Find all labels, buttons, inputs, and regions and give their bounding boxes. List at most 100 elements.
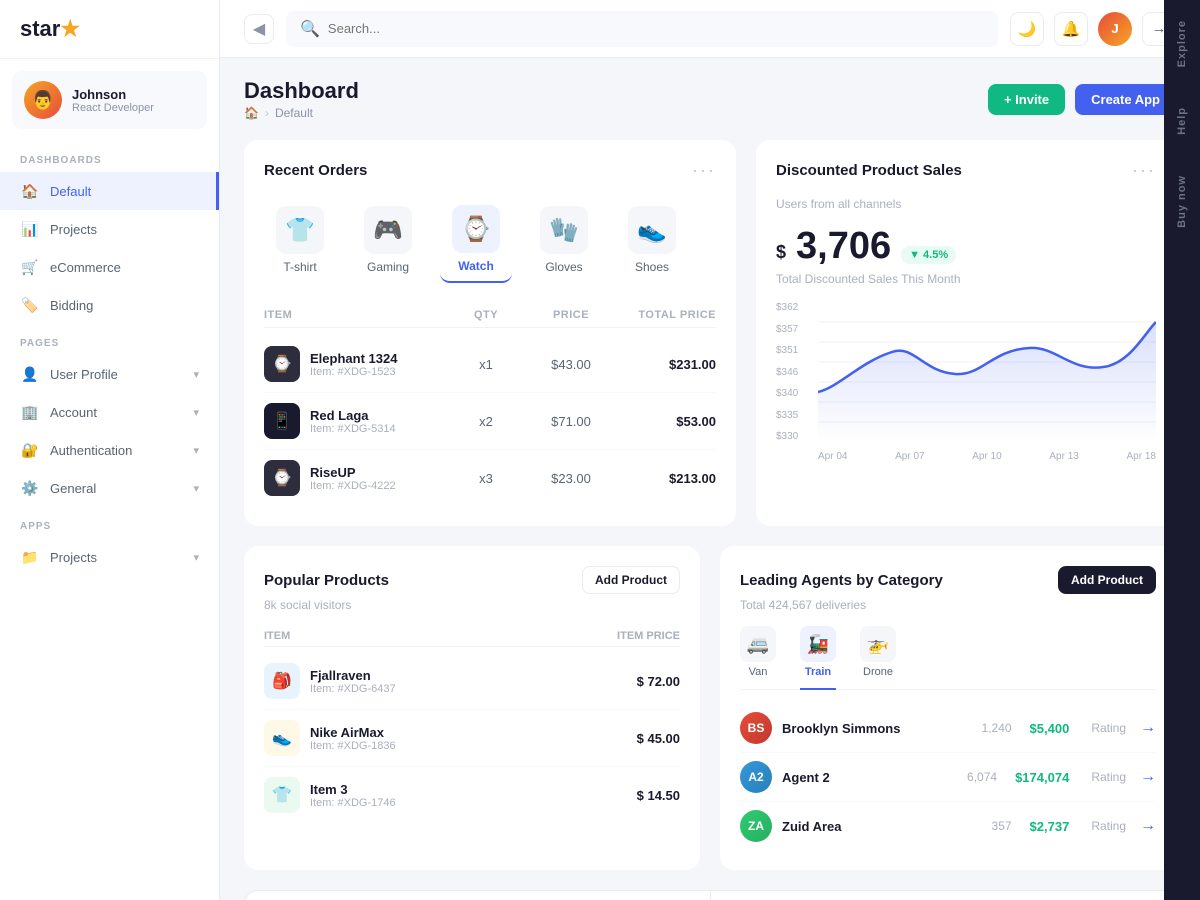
bell-icon: 🔔 — [1062, 20, 1081, 38]
user-avatar[interactable]: J — [1098, 12, 1132, 46]
tab-watch-label: Watch — [458, 259, 494, 273]
tab-gaming-label: Gaming — [367, 260, 409, 274]
sidebar-item-label: Authentication — [50, 443, 132, 458]
sidebar-item-label: General — [50, 481, 96, 496]
sidebar-item-user-profile[interactable]: 👤 User Profile ▾ — [0, 355, 219, 393]
bottom-grid: Popular Products Add Product 8k social v… — [244, 546, 1176, 870]
y-label: $346 — [776, 367, 798, 378]
sidebar-user[interactable]: 👨 Johnson React Developer — [12, 71, 207, 129]
user-profile-icon: 👤 — [20, 364, 40, 384]
tab-shoes[interactable]: 👟 Shoes — [616, 198, 688, 282]
search-icon: 🔍 — [300, 19, 320, 39]
sidebar-item-authentication[interactable]: 🔐 Authentication ▾ — [0, 431, 219, 469]
tab-train[interactable]: 🚂 Train — [800, 626, 836, 690]
col-price: ITEM PRICE — [580, 630, 680, 642]
user-info: Johnson React Developer — [72, 87, 154, 114]
item-name: Nike AirMax — [310, 725, 396, 740]
tab-tshirt[interactable]: 👕 T-shirt — [264, 198, 336, 282]
sidebar-item-general[interactable]: ⚙️ General ▾ — [0, 469, 219, 507]
x-label: Apr 07 — [895, 451, 924, 462]
tab-van[interactable]: 🚐 Van — [740, 626, 776, 690]
add-product-button[interactable]: Add Product — [582, 566, 680, 594]
sales-number: 3,706 — [796, 225, 891, 268]
logo-star-icon: ★ — [60, 16, 80, 41]
item-name: Red Laga — [310, 408, 396, 423]
recent-orders-header: Recent Orders ··· — [264, 160, 716, 181]
item-qty: x2 — [446, 414, 526, 429]
tshirt-icon: 👕 — [276, 206, 324, 254]
menu-dots-icon[interactable]: ··· — [1132, 160, 1156, 181]
table-row: ⌚ Elephant 1324 Item: #XDG-1523 x1 $43.0… — [264, 336, 716, 393]
sidebar-item-label: Projects — [50, 550, 97, 565]
sidebar-collapse-button[interactable]: ◀ — [244, 14, 274, 44]
search-input[interactable] — [328, 21, 984, 36]
x-label: Apr 13 — [1049, 451, 1078, 462]
discounted-sales-header: Discounted Product Sales ··· — [776, 160, 1156, 181]
sidebar-item-projects[interactable]: 📊 Projects — [0, 210, 219, 248]
sales-chart: $362 $357 $351 $346 $340 $335 $330 — [776, 302, 1156, 462]
help-tab[interactable]: Help — [1166, 87, 1198, 155]
order-tabs: 👕 T-shirt 🎮 Gaming ⌚ Watch 🧤 Gloves — [264, 197, 716, 283]
sidebar-item-label: eCommerce — [50, 260, 121, 275]
tab-van-label: Van — [749, 666, 768, 678]
header-actions: + Invite Create App — [988, 84, 1176, 115]
col-item: ITEM — [264, 630, 580, 642]
tab-gaming[interactable]: 🎮 Gaming — [352, 198, 424, 282]
page-title: Dashboard — [244, 78, 359, 104]
item-image: 👕 — [264, 777, 300, 813]
item-total: $53.00 — [616, 414, 716, 429]
shoes-icon: 👟 — [628, 206, 676, 254]
tab-drone[interactable]: 🚁 Drone — [860, 626, 896, 690]
create-app-button[interactable]: Create App — [1075, 84, 1176, 115]
buy-now-tab[interactable]: Buy now — [1166, 155, 1198, 248]
discounted-sales-title: Discounted Product Sales — [776, 162, 962, 179]
item-info: ⌚ Elephant 1324 Item: #XDG-1523 — [264, 346, 446, 382]
agent-avatar: A2 — [740, 761, 772, 793]
avatar: 👨 — [24, 81, 62, 119]
line-chart-svg — [818, 302, 1156, 442]
item-sku: Item: #XDG-1523 — [310, 366, 397, 378]
chevron-down-icon: ▾ — [193, 444, 199, 457]
notification-button[interactable]: 🔔 — [1054, 12, 1088, 46]
sidebar-item-apps-projects[interactable]: 📁 Projects ▾ — [0, 538, 219, 576]
discounted-sales-card: Discounted Product Sales ··· Users from … — [756, 140, 1176, 526]
rating-label: Rating — [1091, 721, 1126, 735]
rating-label: Rating — [1091, 819, 1126, 833]
tab-shoes-label: Shoes — [635, 260, 669, 274]
rating-arrow-icon[interactable]: → — [1140, 768, 1156, 786]
list-item: A2 Agent 2 6,074 $174,074 Rating → — [740, 753, 1156, 802]
sidebar-item-ecommerce[interactable]: 🛒 eCommerce — [0, 248, 219, 286]
col-total: TOTAL PRICE — [616, 309, 716, 321]
bootstrap-promo: B Bootstrap 5 — [245, 891, 711, 900]
rating-arrow-icon[interactable]: → — [1140, 817, 1156, 835]
agent-avatar: ZA — [740, 810, 772, 842]
list-item: ZA Zuid Area 357 $2,737 Rating → — [740, 802, 1156, 850]
recent-orders-title: Recent Orders — [264, 162, 367, 179]
add-agent-button[interactable]: Add Product — [1058, 566, 1156, 594]
projects-icon: 📊 — [20, 219, 40, 239]
page-content: Dashboard 🏠 › Default + Invite Create Ap… — [220, 58, 1200, 900]
leading-agents-title: Leading Agents by Category — [740, 572, 943, 589]
dashboard-grid: Recent Orders ··· 👕 T-shirt 🎮 Gaming ⌚ — [244, 140, 1176, 526]
x-label: Apr 18 — [1127, 451, 1156, 462]
agent-name: Brooklyn Simmons — [782, 721, 972, 736]
orders-table-header: ITEM QTY PRICE TOTAL PRICE — [264, 303, 716, 328]
logo-name: star — [20, 16, 60, 41]
tab-watch[interactable]: ⌚ Watch — [440, 197, 512, 283]
gaming-icon: 🎮 — [364, 206, 412, 254]
sidebar-item-bidding[interactable]: 🏷️ Bidding — [0, 286, 219, 324]
explore-tab[interactable]: Explore — [1166, 0, 1198, 87]
search-bar[interactable]: 🔍 — [286, 11, 998, 47]
item-name: RiseUP — [310, 465, 396, 480]
sidebar-item-label: User Profile — [50, 367, 118, 382]
tab-gloves[interactable]: 🧤 Gloves — [528, 198, 600, 282]
rating-arrow-icon[interactable]: → — [1140, 719, 1156, 737]
popular-products-subtitle: 8k social visitors — [264, 598, 680, 612]
topbar-actions: 🌙 🔔 J → — [1010, 12, 1176, 46]
menu-dots-icon[interactable]: ··· — [692, 160, 716, 181]
invite-button[interactable]: + Invite — [988, 84, 1065, 115]
sidebar-item-account[interactable]: 🏢 Account ▾ — [0, 393, 219, 431]
theme-toggle-button[interactable]: 🌙 — [1010, 12, 1044, 46]
sidebar-item-default[interactable]: 🏠 Default — [0, 172, 219, 210]
bidding-icon: 🏷️ — [20, 295, 40, 315]
